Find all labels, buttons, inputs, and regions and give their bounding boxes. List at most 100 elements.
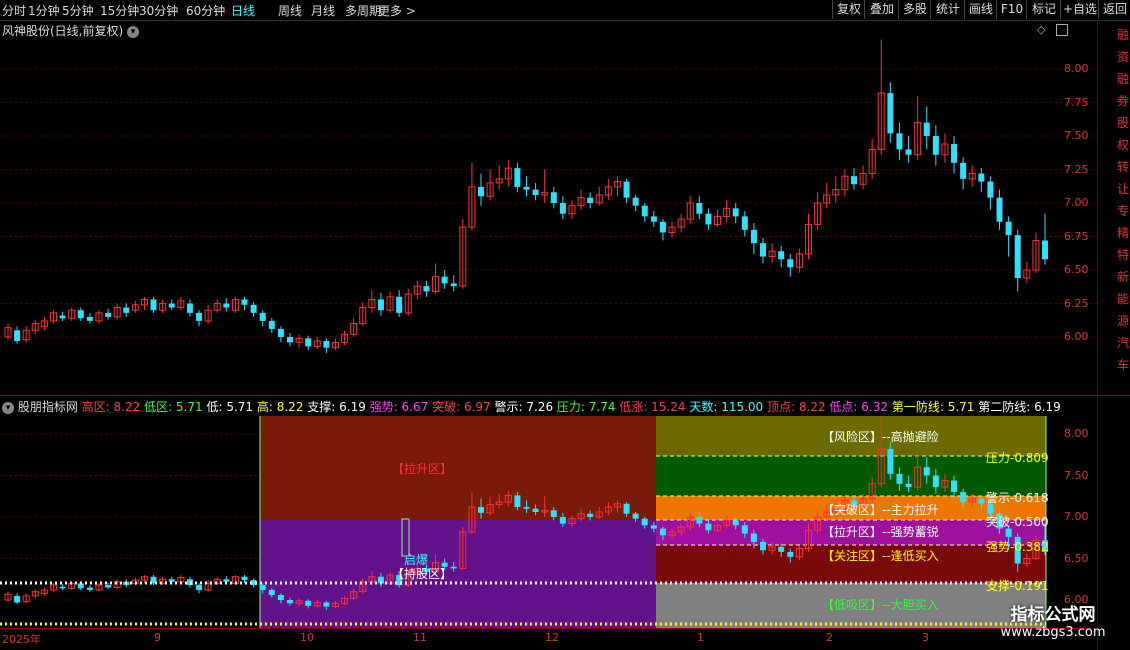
side-tag-char: 让 [1117, 182, 1130, 196]
price-candle [268, 318, 275, 333]
fib-level-label: 警示-0.618 [986, 491, 1049, 505]
indicator-candle [22, 593, 30, 604]
price-tick: 6.00 [1064, 330, 1089, 343]
price-candle [49, 310, 57, 324]
indicator-value: 第一防线: 5.71 [888, 400, 975, 414]
indicator-tick: 7.50 [1064, 468, 1089, 482]
date-tick: 12 [545, 631, 559, 644]
date-tick: 1 [697, 631, 704, 644]
side-tag-char: 融 [1117, 72, 1130, 86]
price-candle [196, 310, 203, 327]
fib-level-label: 压力-0.809 [986, 451, 1049, 465]
price-candle [832, 176, 840, 203]
price-candle [996, 189, 1003, 230]
side-tag-char: 融 [1117, 28, 1130, 42]
price-candle [559, 196, 566, 220]
price-candle [823, 182, 831, 209]
price-candle [604, 178, 612, 201]
price-tick: 7.75 [1064, 95, 1089, 109]
price-candle [978, 168, 985, 193]
date-tick: 2 [826, 631, 833, 644]
price-candle [113, 303, 121, 320]
price-candle [396, 290, 403, 317]
price-candle [1042, 213, 1048, 265]
price-candle [168, 299, 175, 311]
price-candle [896, 122, 903, 161]
date-tick: 10 [300, 631, 314, 644]
price-candle [450, 275, 457, 292]
indicator-tick: 8.00 [1064, 427, 1089, 440]
price-candle [814, 192, 822, 230]
zone-label-right: 【低吸区】--大胆买入 [822, 598, 939, 612]
price-candle [341, 330, 349, 346]
indicator-candle [31, 589, 39, 599]
price-candle [541, 169, 549, 203]
price-tick: 6.50 [1064, 263, 1089, 276]
indicator-value: 压力: 7.74 [553, 400, 616, 414]
price-candle [105, 308, 112, 320]
price-candle [951, 136, 958, 174]
price-candle [877, 39, 885, 155]
indicator-value: 强势: 6.67 [365, 400, 429, 414]
price-tick: 7.00 [1064, 196, 1089, 209]
indicator-value: 天数: 115.00 [685, 400, 764, 414]
price-candle [486, 169, 494, 201]
price-candle [587, 192, 594, 209]
side-tag-char: 新 [1117, 270, 1130, 284]
price-candle [295, 334, 303, 348]
price-candle [577, 189, 585, 210]
price-candle [1023, 261, 1031, 284]
indicator-name: 股朋指标网 [17, 400, 78, 414]
side-tag-char: 精 [1117, 226, 1130, 240]
fib-level-label: 强势-0.382 [986, 540, 1049, 554]
indicator-value: 突破: 6.97 [428, 400, 491, 414]
price-candle [77, 307, 84, 321]
price-candle [987, 176, 994, 210]
price-candle [523, 176, 530, 197]
candlestick-chart[interactable] [0, 0, 1130, 650]
price-candle [696, 196, 703, 220]
side-tag-char: 资 [1117, 50, 1130, 64]
zone-hold-left [260, 520, 656, 628]
price-candle [331, 338, 339, 351]
indicator-value: 低: 5.71 [202, 400, 254, 414]
price-candle [286, 332, 293, 347]
indicator-candle [196, 583, 203, 594]
price-candle [850, 168, 857, 190]
fib-level-label: 支撑-0.191 [986, 579, 1049, 593]
price-candle [95, 310, 103, 324]
price-candle [404, 288, 412, 316]
date-tick: 2025年 [2, 633, 41, 646]
price-candle [905, 136, 912, 163]
price-candle [40, 316, 48, 331]
price-candle [941, 133, 949, 163]
price-candle [768, 243, 776, 264]
zone-lift-left [260, 416, 656, 520]
indicator-candle [49, 583, 57, 592]
indicator-value: 顶点: 8.22 [763, 400, 826, 414]
price-candle [123, 303, 130, 317]
price-candle [86, 312, 93, 324]
price-candle [760, 237, 767, 264]
zone-label-right: 【拉升区】--强势蓄锐 [822, 525, 939, 539]
price-candle [1032, 232, 1040, 273]
price-candle [231, 296, 239, 313]
price-candle [714, 209, 722, 228]
indicator-candle [40, 587, 48, 596]
chevron-down-icon[interactable]: ▾ [2, 401, 14, 414]
zone-label-lift: 【拉升区】 [392, 462, 453, 476]
price-candle [705, 208, 712, 230]
price-tick: 6.25 [1064, 296, 1089, 310]
price-candle [68, 307, 76, 321]
side-tag-char: 专 [1117, 204, 1130, 218]
indicator-value: 警示: 7.26 [490, 400, 554, 414]
indicator-candle [14, 593, 21, 605]
price-candle [504, 160, 512, 187]
watermark-url: www.zbgs3.com [1000, 625, 1106, 640]
price-candle [595, 186, 603, 206]
price-candle [413, 280, 421, 300]
price-candle [968, 165, 976, 187]
indicator-value: 低点: 6.32 [825, 400, 889, 414]
price-candle [868, 138, 876, 179]
price-candle [259, 310, 266, 327]
